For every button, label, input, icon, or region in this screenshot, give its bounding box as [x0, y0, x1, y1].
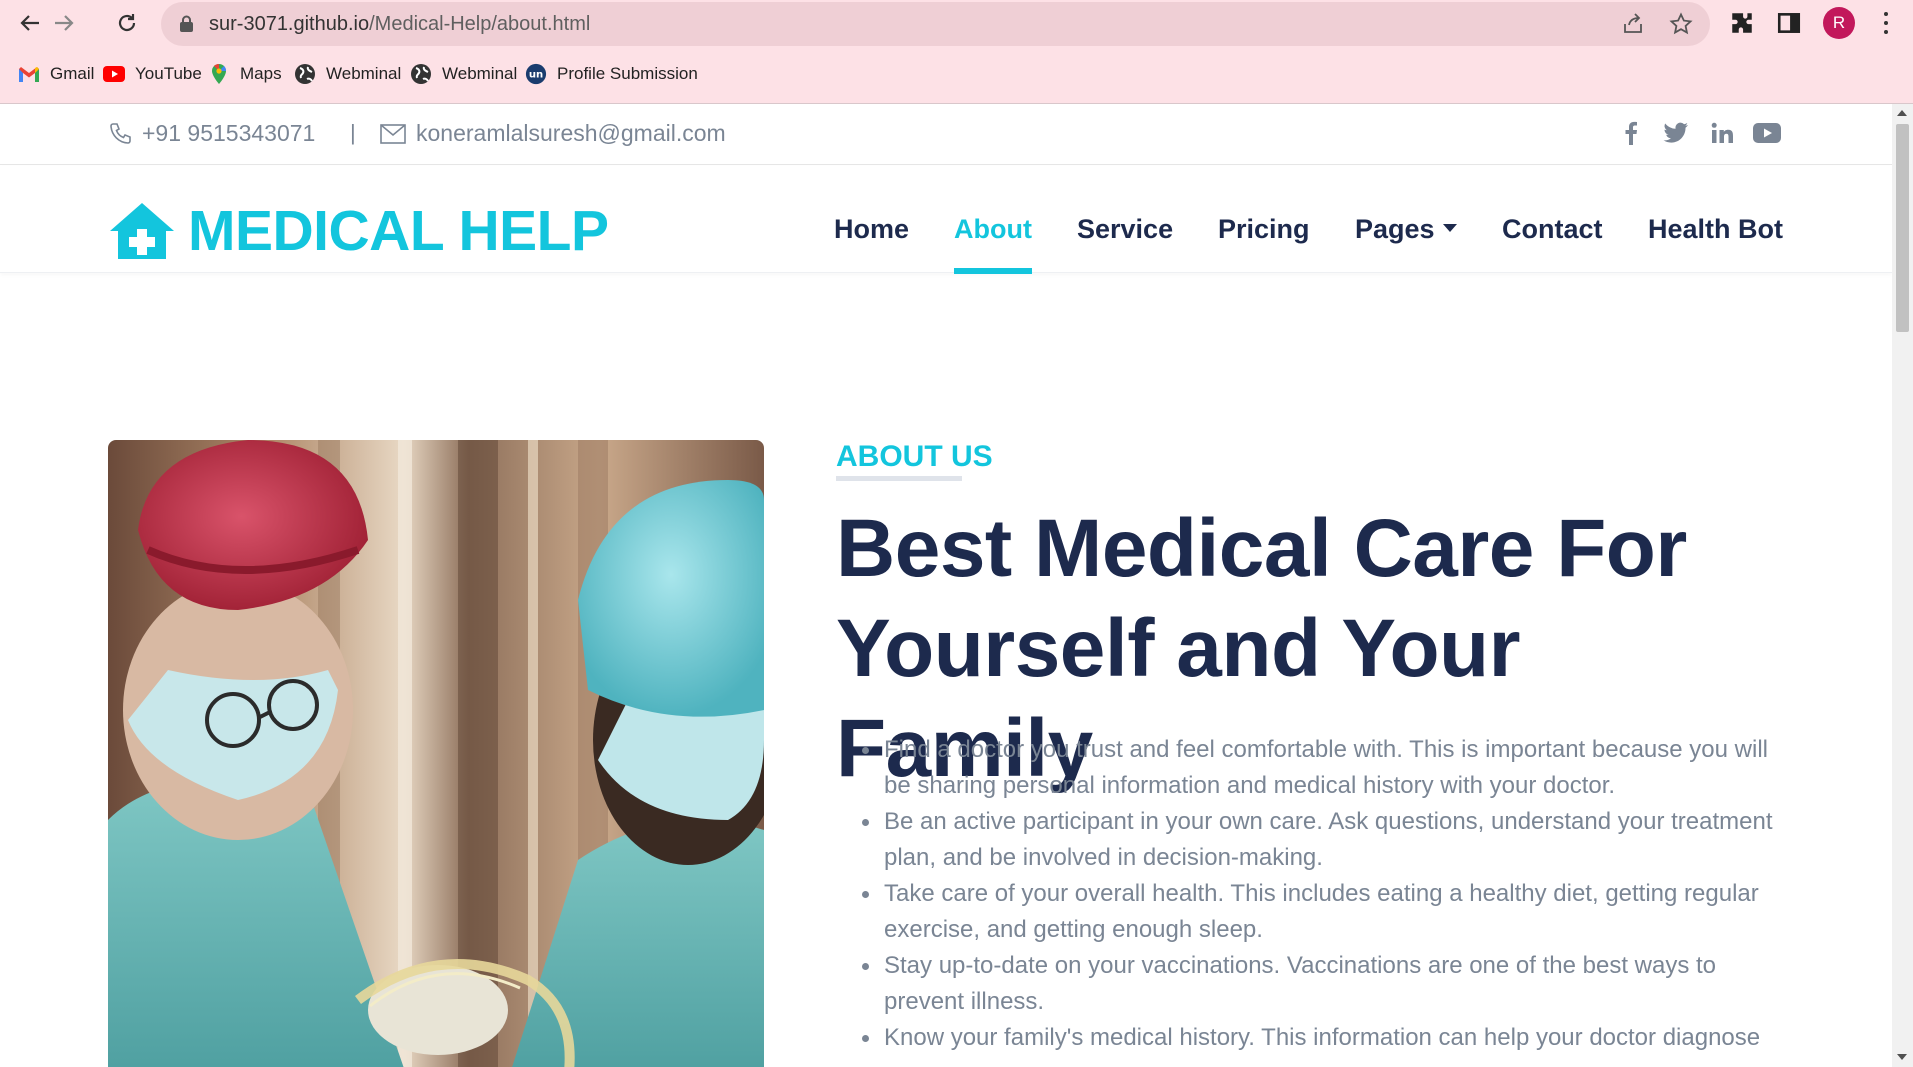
reload-button[interactable]	[111, 7, 143, 39]
bookmark-gmail[interactable]: Gmail	[18, 60, 94, 88]
bookmark-webminal-2[interactable]: Webminal	[410, 60, 517, 88]
bookmark-webminal-1[interactable]: Webminal	[294, 60, 401, 88]
contact-topbar: +91 9515343071 | koneramlalsuresh@gmail.…	[0, 104, 1892, 165]
scroll-down-arrow-icon[interactable]	[1897, 1054, 1907, 1060]
headline-line-1: Best Medical Care For	[836, 503, 1687, 594]
forward-arrow-icon	[55, 15, 74, 31]
list-item: Take care of your overall health. This i…	[836, 876, 1796, 948]
svg-text:un: un	[529, 70, 543, 81]
nav-about[interactable]: About	[954, 214, 1032, 245]
lock-icon	[180, 15, 193, 32]
facebook-icon[interactable]	[1616, 118, 1646, 148]
web-page: +91 9515343071 | koneramlalsuresh@gmail.…	[0, 104, 1892, 1067]
side-panel-icon[interactable]	[1776, 10, 1802, 36]
email-contact[interactable]: koneramlalsuresh@gmail.com	[380, 120, 726, 147]
phone-contact[interactable]: +91 9515343071	[108, 120, 315, 147]
globe-icon	[294, 63, 316, 85]
bookmark-youtube[interactable]: YouTube	[103, 60, 202, 88]
youtube-icon	[103, 63, 125, 85]
bookmark-label: Profile Submission	[557, 64, 698, 83]
back-button[interactable]	[14, 7, 46, 39]
nav-service[interactable]: Service	[1077, 214, 1173, 245]
url-host: sur-3071.github.io	[209, 13, 370, 35]
brand-name: MEDICAL HELP	[188, 199, 609, 263]
list-item: Know your family's medical history. This…	[836, 1020, 1796, 1056]
nav-health-bot[interactable]: Health Bot	[1648, 214, 1783, 245]
forward-button[interactable]	[48, 7, 80, 39]
active-nav-indicator	[954, 268, 1032, 274]
page-scrollbar[interactable]	[1892, 104, 1913, 1067]
bookmark-label: Gmail	[50, 64, 95, 83]
bookmark-label: Webminal	[326, 64, 402, 83]
youtube-icon[interactable]	[1752, 118, 1782, 148]
house-medical-icon	[110, 203, 174, 259]
about-bullet-list: Find a doctor you trust and feel comfort…	[836, 732, 1796, 1056]
nav-home[interactable]: Home	[834, 214, 909, 245]
maps-icon	[208, 63, 230, 85]
browser-menu-icon[interactable]	[1876, 10, 1896, 36]
section-label-underline	[836, 476, 962, 481]
bookmark-profile-submission[interactable]: un Profile Submission	[525, 60, 698, 88]
phone-icon	[110, 122, 131, 144]
share-icon[interactable]	[1621, 12, 1645, 36]
reload-icon	[118, 14, 136, 32]
extensions-icon[interactable]	[1729, 10, 1755, 36]
scroll-up-arrow-icon[interactable]	[1897, 110, 1907, 116]
back-arrow-icon	[20, 15, 39, 31]
bookmarks-bar: Gmail YouTube Maps Webminal Webminal un …	[0, 60, 1913, 88]
brand-logo[interactable]: MEDICAL HELP	[108, 198, 609, 264]
list-item: Be an active participant in your own car…	[836, 804, 1796, 876]
section-label: ABOUT US	[836, 440, 993, 473]
address-bar[interactable]: sur-3071.github.io/Medical-Help/about.ht…	[161, 2, 1710, 46]
browser-toolbar: sur-3071.github.io/Medical-Help/about.ht…	[0, 0, 1913, 46]
bookmark-maps[interactable]: Maps	[208, 60, 282, 88]
url-path: /Medical-Help/about.html	[369, 13, 591, 35]
caret-down-icon	[1442, 223, 1457, 232]
twitter-icon[interactable]	[1661, 118, 1691, 148]
nav-contact[interactable]: Contact	[1502, 214, 1603, 245]
bookmark-label: Maps	[240, 64, 282, 83]
url-text: sur-3071.github.io/Medical-Help/about.ht…	[209, 13, 590, 36]
list-item: Stay up-to-date on your vaccinations. Va…	[836, 948, 1796, 1020]
star-icon[interactable]	[1669, 12, 1693, 36]
gmail-icon	[18, 63, 40, 85]
contact-separator: |	[350, 120, 356, 145]
nav-pricing[interactable]: Pricing	[1218, 214, 1310, 245]
browser-chrome: sur-3071.github.io/Medical-Help/about.ht…	[0, 0, 1913, 104]
profile-avatar[interactable]: R	[1823, 7, 1855, 39]
main-navbar: MEDICAL HELP Home About Service Pricing …	[0, 166, 1892, 274]
nav-pages-label: Pages	[1355, 214, 1435, 244]
about-photo-surgeons	[108, 440, 764, 1067]
phone-number: +91 9515343071	[142, 120, 316, 146]
bookmark-label: YouTube	[135, 64, 202, 83]
list-item: Find a doctor you trust and feel comfort…	[836, 732, 1796, 804]
nav-pages-dropdown[interactable]: Pages	[1355, 214, 1457, 245]
envelope-icon	[380, 123, 406, 144]
un-icon: un	[525, 63, 547, 85]
email-address: koneramlalsuresh@gmail.com	[416, 120, 726, 146]
globe-icon	[410, 63, 432, 85]
bookmark-label: Webminal	[442, 64, 518, 83]
linkedin-icon[interactable]	[1707, 118, 1737, 148]
scrollbar-thumb[interactable]	[1896, 124, 1909, 332]
